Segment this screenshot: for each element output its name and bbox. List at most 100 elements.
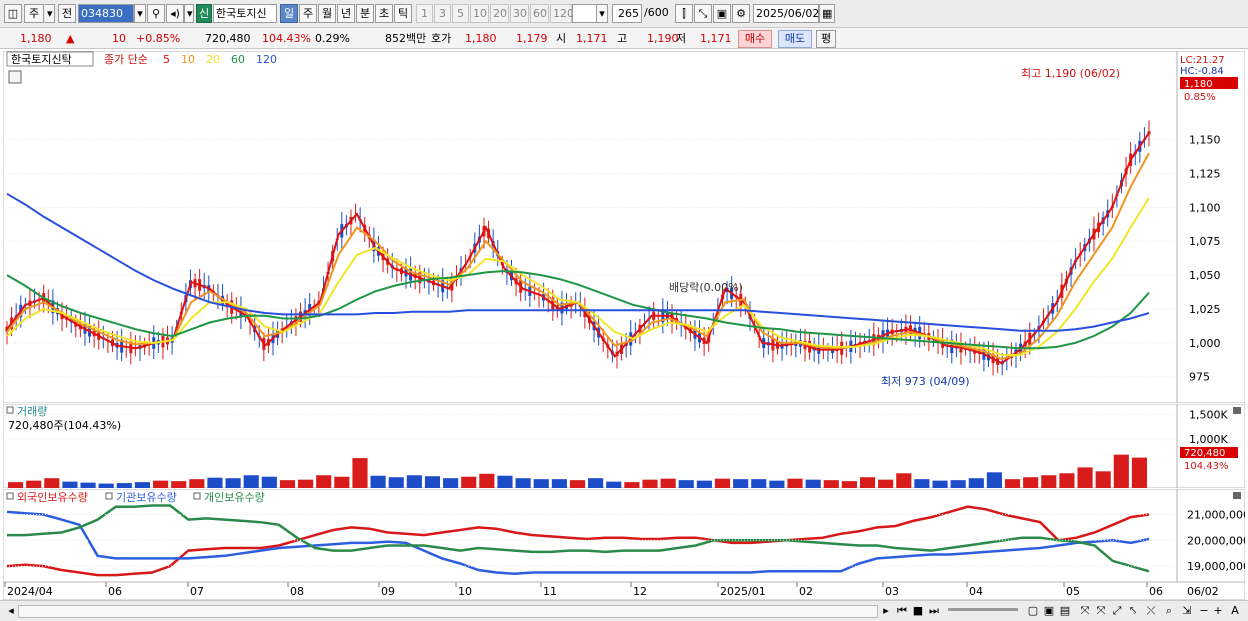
horizontal-scrollbar[interactable] bbox=[18, 605, 878, 618]
volume-bar bbox=[26, 480, 42, 488]
custom-interval-dropdown-icon[interactable]: ▾ bbox=[596, 4, 608, 23]
stop-icon[interactable]: ■ bbox=[911, 603, 925, 618]
interval-tab-3[interactable]: 3 bbox=[434, 4, 451, 23]
volume-bar bbox=[261, 476, 277, 488]
layout-two-icon[interactable]: ▣ bbox=[1042, 603, 1056, 618]
volume-bar bbox=[551, 479, 567, 488]
price-y-tick: 1,050 bbox=[1189, 269, 1221, 282]
period-tab-3[interactable]: 년 bbox=[337, 4, 355, 23]
holdings-y-tick: 21,000,000 bbox=[1187, 508, 1245, 521]
price-y-tick: 1,125 bbox=[1189, 167, 1221, 180]
interval-tab-120[interactable]: 120 bbox=[550, 4, 574, 23]
volume-panel-close-icon[interactable] bbox=[1233, 407, 1241, 414]
zoom-in-icon[interactable]: + bbox=[1212, 603, 1224, 618]
volume-bar bbox=[733, 479, 749, 488]
last-price-tag: 1,180 bbox=[1184, 79, 1213, 90]
volume-ratio: 104.43% bbox=[262, 32, 311, 45]
new-listing-badge: 신 bbox=[196, 4, 212, 23]
volume-chart[interactable]: 거래량 720,480주(104.43%) 1,500K 1,000K 720,4… bbox=[3, 404, 1245, 488]
volume-bar bbox=[316, 475, 332, 488]
date-label: 09 bbox=[381, 585, 395, 598]
crosshair-icon[interactable]: ⤧ bbox=[1078, 603, 1092, 618]
interval-tab-10[interactable]: 10 bbox=[470, 4, 489, 23]
period-tab-5[interactable]: 초 bbox=[375, 4, 393, 23]
period-tab-4[interactable]: 분 bbox=[356, 4, 374, 23]
volume-bar bbox=[80, 482, 96, 488]
dividend-annotation: 배당락(0.00%) bbox=[669, 281, 743, 294]
zoom-out-icon[interactable]: − bbox=[1198, 603, 1210, 618]
erase-tool-icon[interactable]: ⤬ bbox=[1144, 603, 1158, 618]
volume-bar bbox=[896, 473, 912, 488]
volume-bar bbox=[134, 482, 151, 488]
volume-title: 거래량 bbox=[17, 405, 47, 418]
date-input[interactable]: 2025/06/02 bbox=[753, 4, 819, 23]
change-arrow-icon: ▲ bbox=[66, 32, 75, 45]
interval-tab-5[interactable]: 5 bbox=[452, 4, 469, 23]
holdings-legend-0: 외국인보유수량 bbox=[17, 491, 88, 504]
volume-bar bbox=[370, 475, 386, 488]
search-icon[interactable]: ⚲ bbox=[147, 4, 165, 23]
drawing-tool-icon[interactable]: ⤡ bbox=[694, 4, 712, 23]
layout-one-icon[interactable]: ▢ bbox=[1026, 603, 1040, 618]
period-unit-select[interactable]: 주 bbox=[24, 4, 44, 23]
volume-bar bbox=[769, 480, 785, 488]
holdings-legend-1: 기관보유수량 bbox=[116, 491, 177, 504]
zoom-slider[interactable] bbox=[948, 608, 1018, 611]
candle-type-icon[interactable]: ⫿ bbox=[675, 4, 693, 23]
price-y-tick: 1,100 bbox=[1189, 201, 1221, 214]
date-label: 2025/01 bbox=[720, 585, 766, 598]
buy-button[interactable]: 매수 bbox=[738, 30, 772, 48]
open-label: 시 bbox=[556, 32, 567, 45]
table-view-icon[interactable] bbox=[8, 70, 22, 84]
data-count-input[interactable]: 265 bbox=[612, 4, 642, 23]
volume-bar bbox=[968, 478, 984, 488]
calendar-icon[interactable]: ▦ bbox=[819, 4, 835, 23]
price-chart[interactable]: 1,150 1,125 1,100 1,075 1,050 1,025 1,000 975 한… bbox=[3, 51, 1245, 403]
trend-tool-icon[interactable]: ⤢ bbox=[1110, 603, 1124, 618]
zoom-icon[interactable]: ⌕ bbox=[1162, 603, 1176, 618]
fast-forward-icon[interactable]: ⏭ bbox=[927, 603, 941, 618]
quote-bar: 1,180 ▲ 10 +0.85% 720,480 104.43% 0.29% … bbox=[0, 28, 1248, 49]
layout-three-icon[interactable]: ▤ bbox=[1058, 603, 1072, 618]
stock-name-field[interactable]: 한국토지신 bbox=[213, 4, 277, 23]
sell-button[interactable]: 매도 bbox=[778, 30, 812, 48]
rewind-icon[interactable]: ⏮ bbox=[895, 603, 909, 618]
scroll-left-icon[interactable]: ◂ bbox=[6, 603, 16, 618]
low-label: 저 bbox=[676, 32, 687, 45]
volume-last-pct-tag: 104.43% bbox=[1184, 461, 1229, 472]
holdings-chart[interactable]: 외국인보유수량 기관보유수량 개인보유수량 21,000,000 20,000,000… bbox=[3, 489, 1245, 582]
volume-bar bbox=[406, 475, 422, 488]
save-icon[interactable]: ▣ bbox=[713, 4, 731, 23]
gear-icon[interactable]: ⚙ bbox=[732, 4, 750, 23]
stock-code-dropdown-icon[interactable]: ▾ bbox=[134, 4, 146, 23]
volume-bar bbox=[1059, 473, 1075, 488]
volume-value-label: 720,480주(104.43%) bbox=[8, 419, 121, 432]
holdings-panel-close-icon[interactable] bbox=[1233, 492, 1241, 499]
period-tab-1[interactable]: 주 bbox=[299, 4, 317, 23]
avg-price-button[interactable]: 평 bbox=[816, 30, 836, 48]
period-tab-2[interactable]: 월 bbox=[318, 4, 336, 23]
volume-bar bbox=[515, 478, 531, 488]
prev-button[interactable]: 전 bbox=[58, 4, 76, 23]
interval-tab-60[interactable]: 60 bbox=[530, 4, 549, 23]
date-label: 07 bbox=[190, 585, 204, 598]
chart-settings-icon[interactable]: ◫ bbox=[4, 4, 22, 23]
stock-code-input[interactable]: 034830 bbox=[78, 4, 134, 23]
font-size-icon[interactable]: A bbox=[1228, 603, 1242, 618]
interval-tab-1[interactable]: 1 bbox=[416, 4, 433, 23]
pan-icon[interactable]: ⇲ bbox=[1180, 603, 1194, 618]
cursor-icon[interactable]: ⤧ bbox=[1094, 603, 1108, 618]
scroll-right-icon[interactable]: ▸ bbox=[880, 603, 892, 618]
date-label: 08 bbox=[290, 585, 304, 598]
interval-tab-30[interactable]: 30 bbox=[510, 4, 529, 23]
period-tab-6[interactable]: 틱 bbox=[394, 4, 412, 23]
interval-tab-20[interactable]: 20 bbox=[490, 4, 509, 23]
volume-bar bbox=[352, 458, 368, 488]
volume-bar bbox=[388, 477, 404, 488]
period-unit-dropdown-icon[interactable]: ▾ bbox=[45, 4, 55, 23]
speaker-dropdown-icon[interactable]: ▾ bbox=[184, 4, 194, 23]
speaker-icon[interactable]: ◂) bbox=[166, 4, 184, 23]
period-tab-0[interactable]: 일 bbox=[280, 4, 298, 23]
date-label: 04 bbox=[969, 585, 983, 598]
period-tool-icon[interactable]: ⤣ bbox=[1126, 603, 1140, 618]
